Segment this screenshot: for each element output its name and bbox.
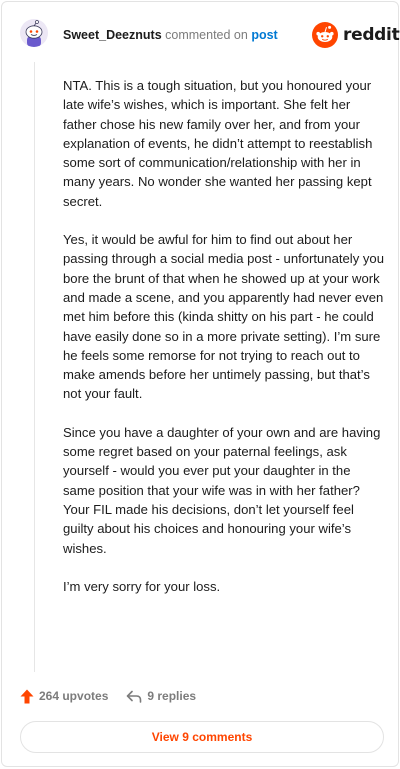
user-avatar[interactable] bbox=[20, 19, 48, 47]
comment-paragraph-2: Yes, it would be awful for him to find o… bbox=[63, 232, 384, 402]
post-link[interactable]: post bbox=[251, 28, 277, 42]
commented-on-text: commented on bbox=[165, 28, 248, 42]
comment-actions: 264 upvotes 9 replies bbox=[20, 686, 196, 706]
reply-button[interactable]: 9 replies bbox=[126, 689, 196, 703]
comment-paragraph-4: I’m very sorry for your loss. bbox=[63, 578, 221, 594]
thread-line[interactable] bbox=[34, 62, 35, 672]
reddit-snoo-logo-icon bbox=[312, 22, 338, 48]
comment-body: NTA. This is a tough situation, but you … bbox=[63, 76, 385, 615]
upvote-button[interactable]: 264 upvotes bbox=[20, 689, 108, 704]
reply-count: 9 replies bbox=[147, 689, 197, 703]
upvote-count: 264 upvotes bbox=[39, 689, 109, 703]
comment-header: Sweet_Deeznuts commented on post reddit bbox=[2, 2, 400, 68]
comment-card: Sweet_Deeznuts commented on post reddit … bbox=[1, 1, 400, 767]
reply-arrow-icon bbox=[127, 690, 142, 703]
comment-paragraph-1: NTA. This is a tough situation, but you … bbox=[63, 78, 373, 209]
reddit-logo[interactable]: reddit bbox=[312, 22, 400, 48]
username-link[interactable]: Sweet_Deeznuts bbox=[63, 28, 162, 42]
reddit-wordmark: reddit bbox=[343, 25, 400, 45]
upvote-arrow-icon bbox=[20, 689, 34, 703]
view-comments-button[interactable]: View 9 comments bbox=[20, 721, 384, 753]
comment-paragraph-3: Since you have a daughter of your own an… bbox=[63, 424, 381, 556]
snoo-avatar-icon bbox=[20, 19, 48, 47]
comment-byline: Sweet_Deeznuts commented on post bbox=[63, 28, 278, 42]
